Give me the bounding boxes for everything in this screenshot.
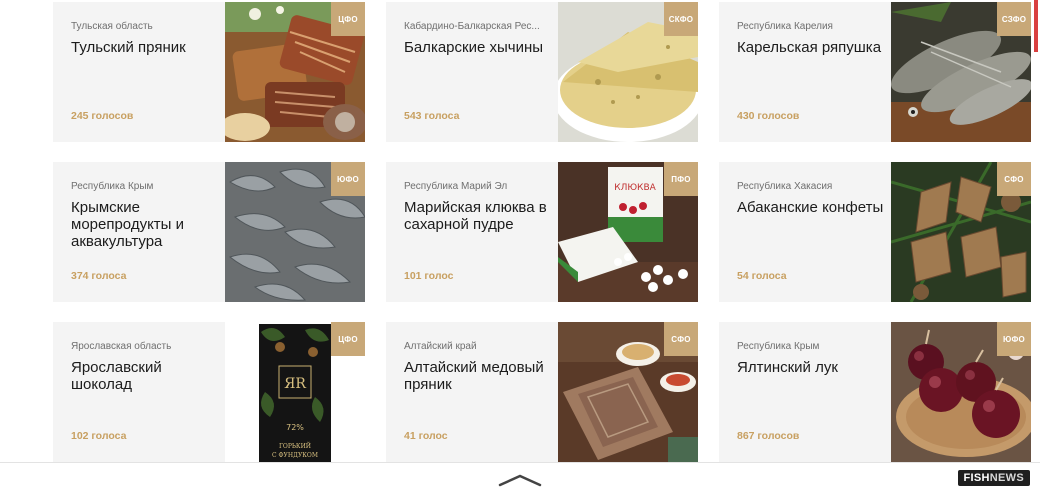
card-region: Тульская область — [71, 21, 153, 32]
chocolate-line2: С ФУНДУКОМ — [272, 452, 318, 459]
product-photo[interactable]: СКФО — [558, 2, 698, 142]
district-badge: СФО — [664, 322, 698, 356]
product-card[interactable]: Алтайский край Алтайский медовый пряник … — [386, 322, 698, 462]
product-photo[interactable]: СЗФО — [891, 2, 1031, 142]
card-title[interactable]: Тульский пряник — [71, 39, 221, 56]
scrollbar-thumb[interactable] — [1034, 0, 1038, 52]
district-badge: ПФО — [664, 162, 698, 196]
card-title[interactable]: Алтайский медовый пряник — [404, 359, 554, 393]
card-title[interactable]: Ялтинский лук — [737, 359, 887, 376]
card-votes: 101 голос — [404, 270, 454, 282]
card-region: Алтайский край — [404, 341, 477, 352]
logo-part-news: NEWS — [989, 472, 1024, 484]
product-card[interactable]: Республика Карелия Карельская ряпушка 43… — [719, 2, 1031, 142]
cranberry-box-label: КЛЮКВА — [614, 183, 656, 193]
card-title[interactable]: Марийская клюква в сахарной пудре — [404, 199, 554, 233]
card-region: Кабардино-Балкарская Рес... — [404, 21, 540, 32]
product-grid: Тульская область Тульский пряник 245 гол… — [0, 0, 1040, 495]
district-badge: СЗФО — [997, 2, 1031, 36]
chocolate-brand: ЯR — [284, 376, 306, 392]
chocolate-percent: 72% — [286, 423, 304, 432]
card-title[interactable]: Крымские морепродукты и аквакультура — [71, 199, 221, 250]
district-badge: ЮФО — [331, 162, 365, 196]
product-card[interactable]: Ярославская область Ярославский шоколад … — [53, 322, 365, 462]
card-region: Ярославская область — [71, 341, 172, 352]
card-title[interactable]: Абаканские конфеты — [737, 199, 887, 216]
card-title[interactable]: Балкарские хычины — [404, 39, 554, 56]
product-photo[interactable]: ЯR 72% ГОРЬКИЙ С ФУНДУКОМ ЦФО — [225, 322, 365, 462]
card-region: Республика Крым — [737, 341, 820, 352]
chocolate-line1: ГОРЬКИЙ — [279, 442, 311, 450]
district-badge: СКФО — [664, 2, 698, 36]
card-votes: 543 голоса — [404, 110, 460, 122]
product-card[interactable]: Тульская область Тульский пряник 245 гол… — [53, 2, 365, 142]
product-photo[interactable]: ЮФО — [225, 162, 365, 302]
fishnews-logo: FISHNEWS — [957, 470, 1030, 486]
bottom-bar: FISHNEWS — [0, 462, 1040, 496]
product-photo[interactable]: КЛЮКВА ПФО — [558, 162, 698, 302]
card-region: Республика Карелия — [737, 21, 833, 32]
product-card[interactable]: Республика Хакасия Абаканские конфеты 54… — [719, 162, 1031, 302]
logo-part-fish: FISH — [963, 472, 990, 484]
product-card[interactable]: Республика Марий Эл Марийская клюква в с… — [386, 162, 698, 302]
card-votes: 374 голоса — [71, 270, 127, 282]
chevron-up-icon[interactable] — [498, 473, 542, 487]
district-badge: СФО — [997, 162, 1031, 196]
card-votes: 41 голос — [404, 430, 448, 442]
card-votes: 102 голоса — [71, 430, 127, 442]
product-photo[interactable]: СФО — [891, 162, 1031, 302]
product-photo[interactable]: ЦФО — [225, 2, 365, 142]
card-region: Республика Марий Эл — [404, 181, 508, 192]
district-badge: ЦФО — [331, 322, 365, 356]
district-badge: ЦФО — [331, 2, 365, 36]
card-title[interactable]: Ярославский шоколад — [71, 359, 221, 393]
card-votes: 430 голосов — [737, 110, 800, 122]
product-photo[interactable]: ЮФО — [891, 322, 1031, 462]
district-badge: ЮФО — [997, 322, 1031, 356]
card-votes: 54 голоса — [737, 270, 787, 282]
card-votes: 867 голосов — [737, 430, 800, 442]
product-card[interactable]: Кабардино-Балкарская Рес... Балкарские х… — [386, 2, 698, 142]
card-region: Республика Хакасия — [737, 181, 833, 192]
card-votes: 245 голосов — [71, 110, 134, 122]
card-region: Республика Крым — [71, 181, 154, 192]
product-card[interactable]: Республика Крым Ялтинский лук 867 голосо… — [719, 322, 1031, 462]
card-title[interactable]: Карельская ряпушка — [737, 39, 887, 56]
product-photo[interactable]: СФО — [558, 322, 698, 462]
product-card[interactable]: Республика Крым Крымские морепродукты и … — [53, 162, 365, 302]
